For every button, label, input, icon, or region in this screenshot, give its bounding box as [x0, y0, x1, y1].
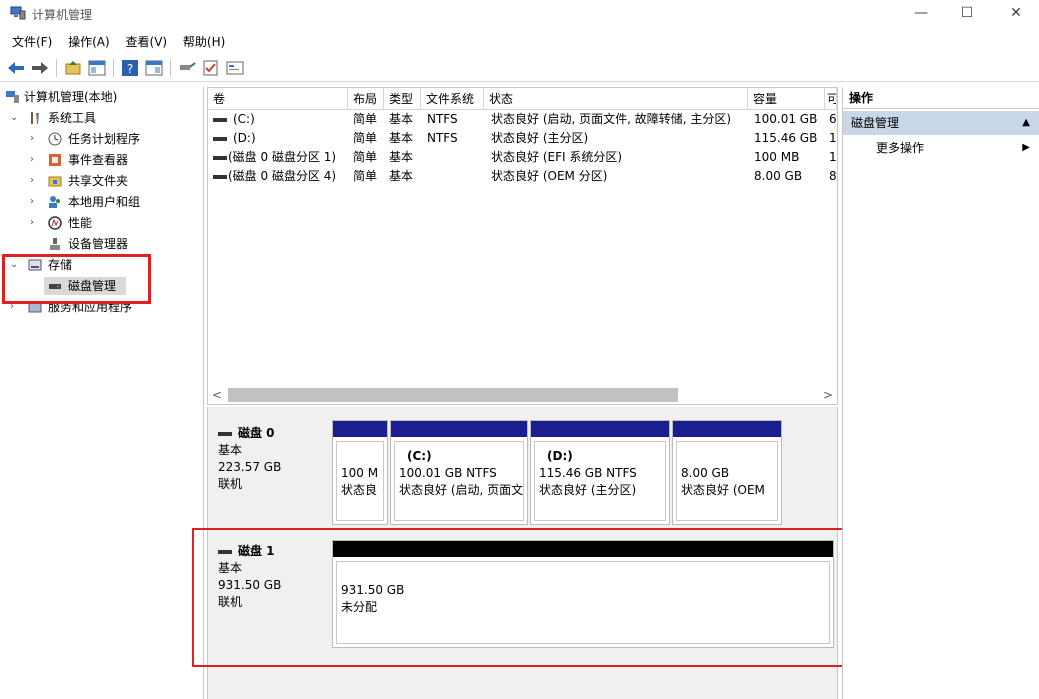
column-header-layout[interactable]: 布局	[348, 88, 384, 110]
volume-list: 卷 布局 类型 文件系统 状态 容量 可 (C:) 简单 基本 NTFS 状态良…	[207, 87, 838, 405]
partition-d[interactable]: (D:) 115.46 GB NTFS 状态良好 (主分区)	[530, 420, 670, 525]
scrollbar-thumb[interactable]	[228, 388, 678, 402]
svg-text:?: ?	[127, 62, 133, 76]
users-icon	[49, 196, 60, 208]
menu-help[interactable]: 帮助(H)	[177, 30, 231, 50]
tools-icon	[31, 112, 39, 124]
scroll-left-arrow[interactable]: <	[208, 386, 226, 404]
disk-0-info[interactable]: 磁盘 0 基本 223.57 GB 联机	[218, 425, 330, 493]
connect-icon[interactable]	[177, 59, 197, 77]
drive-icon	[213, 174, 227, 179]
maximize-button[interactable]: ☐	[944, 0, 990, 28]
table-row[interactable]: (磁盘 0 磁盘分区 4) 简单 基本 状态良好 (OEM 分区) 8.00 G…	[208, 167, 837, 186]
window-title: 计算机管理	[32, 8, 93, 22]
device-manager-icon	[50, 238, 60, 250]
actions-pane: 操作 磁盘管理 ▲ 更多操作 ▶	[842, 87, 1039, 699]
table-row[interactable]: (磁盘 0 磁盘分区 1) 简单 基本 状态良好 (EFI 系统分区) 100 …	[208, 148, 837, 167]
navigation-tree: 计算机管理(本地) ⌄ 系统工具 › 任务计划程序 › 事件查看器 › 共享文件…	[0, 87, 204, 699]
computer-management-icon	[6, 91, 19, 103]
partition-efi[interactable]: 100 M 状态良	[332, 420, 388, 525]
drive-icon	[213, 117, 227, 122]
forward-arrow-icon[interactable]	[30, 59, 50, 77]
chevron-right-icon[interactable]: ›	[30, 192, 40, 212]
chevron-right-icon[interactable]: ›	[30, 150, 40, 170]
minimize-button[interactable]: —	[898, 0, 944, 28]
drive-icon	[213, 155, 227, 160]
submenu-arrow-icon: ▶	[1022, 142, 1030, 153]
menu-file[interactable]: 文件(F)	[0, 30, 58, 50]
chevron-right-icon[interactable]: ›	[30, 213, 40, 233]
back-arrow-icon[interactable]	[6, 59, 26, 77]
table-row[interactable]: (D:) 简单 基本 NTFS 状态良好 (主分区) 115.46 GB 1	[208, 129, 837, 148]
up-folder-icon[interactable]	[63, 59, 83, 77]
column-header-free[interactable]: 可	[825, 88, 837, 110]
event-log-icon	[49, 154, 61, 166]
horizontal-scrollbar[interactable]: < >	[208, 386, 837, 404]
actions-section-disk-management[interactable]: 磁盘管理 ▲	[843, 111, 1039, 135]
close-button[interactable]: ✕	[993, 0, 1039, 28]
collapse-up-icon[interactable]: ▲	[1022, 111, 1030, 135]
performance-icon	[48, 216, 62, 230]
properties-icon[interactable]	[225, 59, 245, 77]
shared-folder-icon	[48, 176, 62, 187]
column-header-status[interactable]: 状态	[484, 88, 748, 110]
show-hide-tree-icon[interactable]	[87, 59, 107, 77]
chevron-right-icon[interactable]: ›	[30, 129, 40, 149]
column-header-volume[interactable]: 卷	[208, 88, 348, 110]
table-row[interactable]: (C:) 简单 基本 NTFS 状态良好 (启动, 页面文件, 故障转储, 主分…	[208, 110, 837, 129]
partition-oem[interactable]: 8.00 GB 状态良好 (OEM	[672, 420, 782, 525]
column-header-type[interactable]: 类型	[384, 88, 421, 110]
chevron-right-icon[interactable]: ›	[30, 171, 40, 191]
title-bar: 计算机管理 — ☐ ✕	[0, 0, 1039, 28]
more-actions-item[interactable]: 更多操作 ▶	[843, 137, 1039, 159]
scroll-right-arrow[interactable]: >	[819, 386, 837, 404]
disk-icon	[218, 431, 232, 436]
checklist-icon[interactable]	[201, 59, 221, 77]
menu-bar: 文件(F) 操作(A) 查看(V) 帮助(H)	[0, 30, 1039, 52]
partition-c[interactable]: (C:) 100.01 GB NTFS 状态良好 (启动, 页面文	[390, 420, 528, 525]
menu-view[interactable]: 查看(V)	[120, 30, 174, 50]
clock-icon	[48, 132, 62, 146]
computer-management-icon	[10, 6, 26, 20]
menu-action[interactable]: 操作(A)	[62, 30, 116, 50]
highlight-box-disk-1	[192, 528, 870, 667]
toolbar: ?	[0, 55, 1039, 82]
highlight-box-storage	[2, 254, 151, 304]
column-header-filesystem[interactable]: 文件系统	[421, 88, 484, 110]
drive-icon	[213, 136, 227, 141]
chevron-down-icon[interactable]: ⌄	[10, 108, 20, 128]
column-header-capacity[interactable]: 容量	[748, 88, 825, 110]
actions-header: 操作	[843, 87, 1039, 109]
help-icon[interactable]: ?	[120, 59, 140, 77]
show-action-pane-icon[interactable]	[144, 59, 164, 77]
